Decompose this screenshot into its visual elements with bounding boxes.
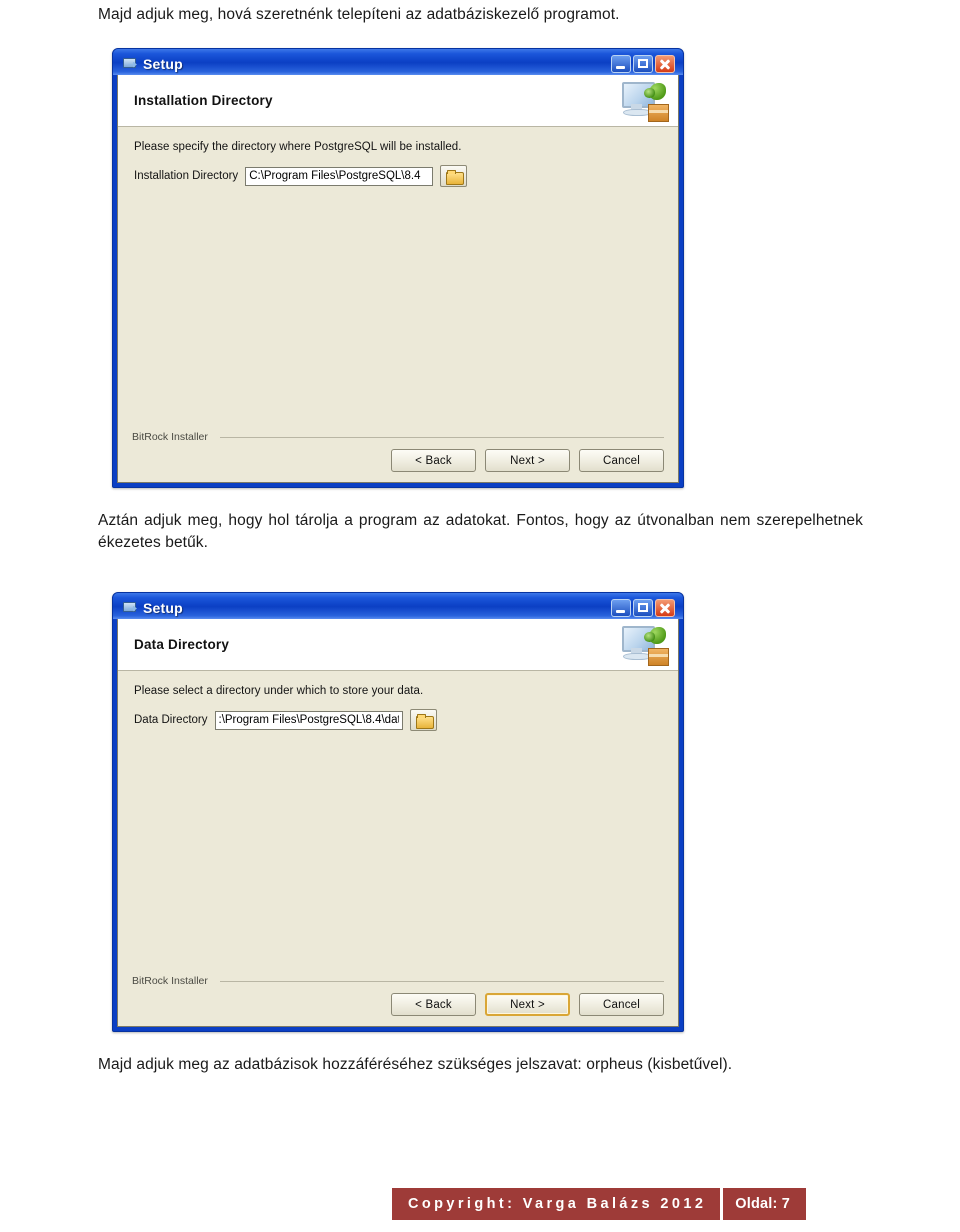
dialog-header: Installation Directory [118, 75, 678, 127]
dialog-body: Data Directory Please select a directory… [117, 619, 679, 1027]
browse-folder-button[interactable] [440, 165, 468, 187]
titlebar[interactable]: Setup [117, 596, 679, 619]
installation-directory-input[interactable] [245, 166, 434, 186]
setup-monitor-arrow-icon [122, 601, 138, 615]
closing-paragraph: Majd adjuk meg az adatbázisok hozzáférés… [98, 1056, 733, 1073]
cancel-button[interactable]: Cancel [579, 449, 664, 472]
installation-directory-label: Installation Directory [134, 170, 239, 182]
window-title: Setup [143, 55, 183, 72]
next-button[interactable]: Next > [485, 449, 570, 472]
dialog-body: Installation Directory Please specify th… [117, 75, 679, 483]
page-footer-bar: Copyright: Varga Balázs 2012 Oldal: 7 [392, 1188, 807, 1220]
dialog-footer: BitRock Installer < Back Next > Cancel [118, 975, 678, 1026]
open-folder-icon [446, 170, 465, 185]
close-icon[interactable] [655, 54, 675, 73]
page-title: Installation Directory [134, 93, 273, 108]
installation-directory-row: Installation Directory [134, 165, 662, 187]
dialog-content: Please select a directory under which to… [118, 671, 678, 975]
minimize-icon[interactable] [611, 598, 631, 617]
back-button[interactable]: < Back [391, 993, 476, 1016]
titlebar[interactable]: Setup [117, 52, 679, 75]
copyright-label: Copyright: Varga Balázs 2012 [392, 1188, 721, 1220]
intro-paragraph: Majd adjuk meg, hová szeretnénk telepíte… [98, 6, 620, 23]
back-button[interactable]: < Back [391, 449, 476, 472]
middle-paragraph: Aztán adjuk meg, hogy hol tárolja a prog… [98, 512, 863, 552]
dialog-button-row: < Back Next > Cancel [132, 993, 664, 1016]
footer-divider: BitRock Installer [132, 431, 664, 443]
instruction-text: Please select a directory under which to… [134, 685, 424, 697]
dialog-content: Please specify the directory where Postg… [118, 127, 678, 431]
window-controls [611, 598, 675, 617]
setup-window-installation-directory[interactable]: Setup Installation Directory Please spec… [112, 48, 684, 488]
computer-plant-box-icon [618, 79, 670, 123]
page-title: Data Directory [134, 637, 230, 652]
window-title: Setup [143, 599, 183, 616]
divider-line [220, 981, 664, 982]
setup-monitor-arrow-icon [122, 57, 138, 71]
data-directory-row: Data Directory [134, 709, 662, 731]
maximize-icon[interactable] [633, 598, 653, 617]
browse-folder-button[interactable] [409, 709, 437, 731]
installer-name-label: BitRock Installer [132, 975, 208, 987]
footer-divider: BitRock Installer [132, 975, 664, 987]
dialog-button-row: < Back Next > Cancel [132, 449, 664, 472]
data-directory-input[interactable] [214, 710, 403, 730]
cancel-button[interactable]: Cancel [579, 993, 664, 1016]
page-number-label: Oldal: 7 [723, 1188, 807, 1220]
dialog-header: Data Directory [118, 619, 678, 671]
computer-plant-box-icon [618, 623, 670, 667]
close-icon[interactable] [655, 598, 675, 617]
minimize-icon[interactable] [611, 54, 631, 73]
instruction-text: Please specify the directory where Postg… [134, 141, 462, 153]
divider-line [220, 437, 664, 438]
window-controls [611, 54, 675, 73]
open-folder-icon [415, 714, 434, 729]
setup-window-data-directory[interactable]: Setup Data Directory Please select a dir… [112, 592, 684, 1032]
dialog-footer: BitRock Installer < Back Next > Cancel [118, 431, 678, 482]
maximize-icon[interactable] [633, 54, 653, 73]
installer-name-label: BitRock Installer [132, 431, 208, 443]
next-button[interactable]: Next > [485, 993, 570, 1016]
data-directory-label: Data Directory [134, 714, 208, 726]
